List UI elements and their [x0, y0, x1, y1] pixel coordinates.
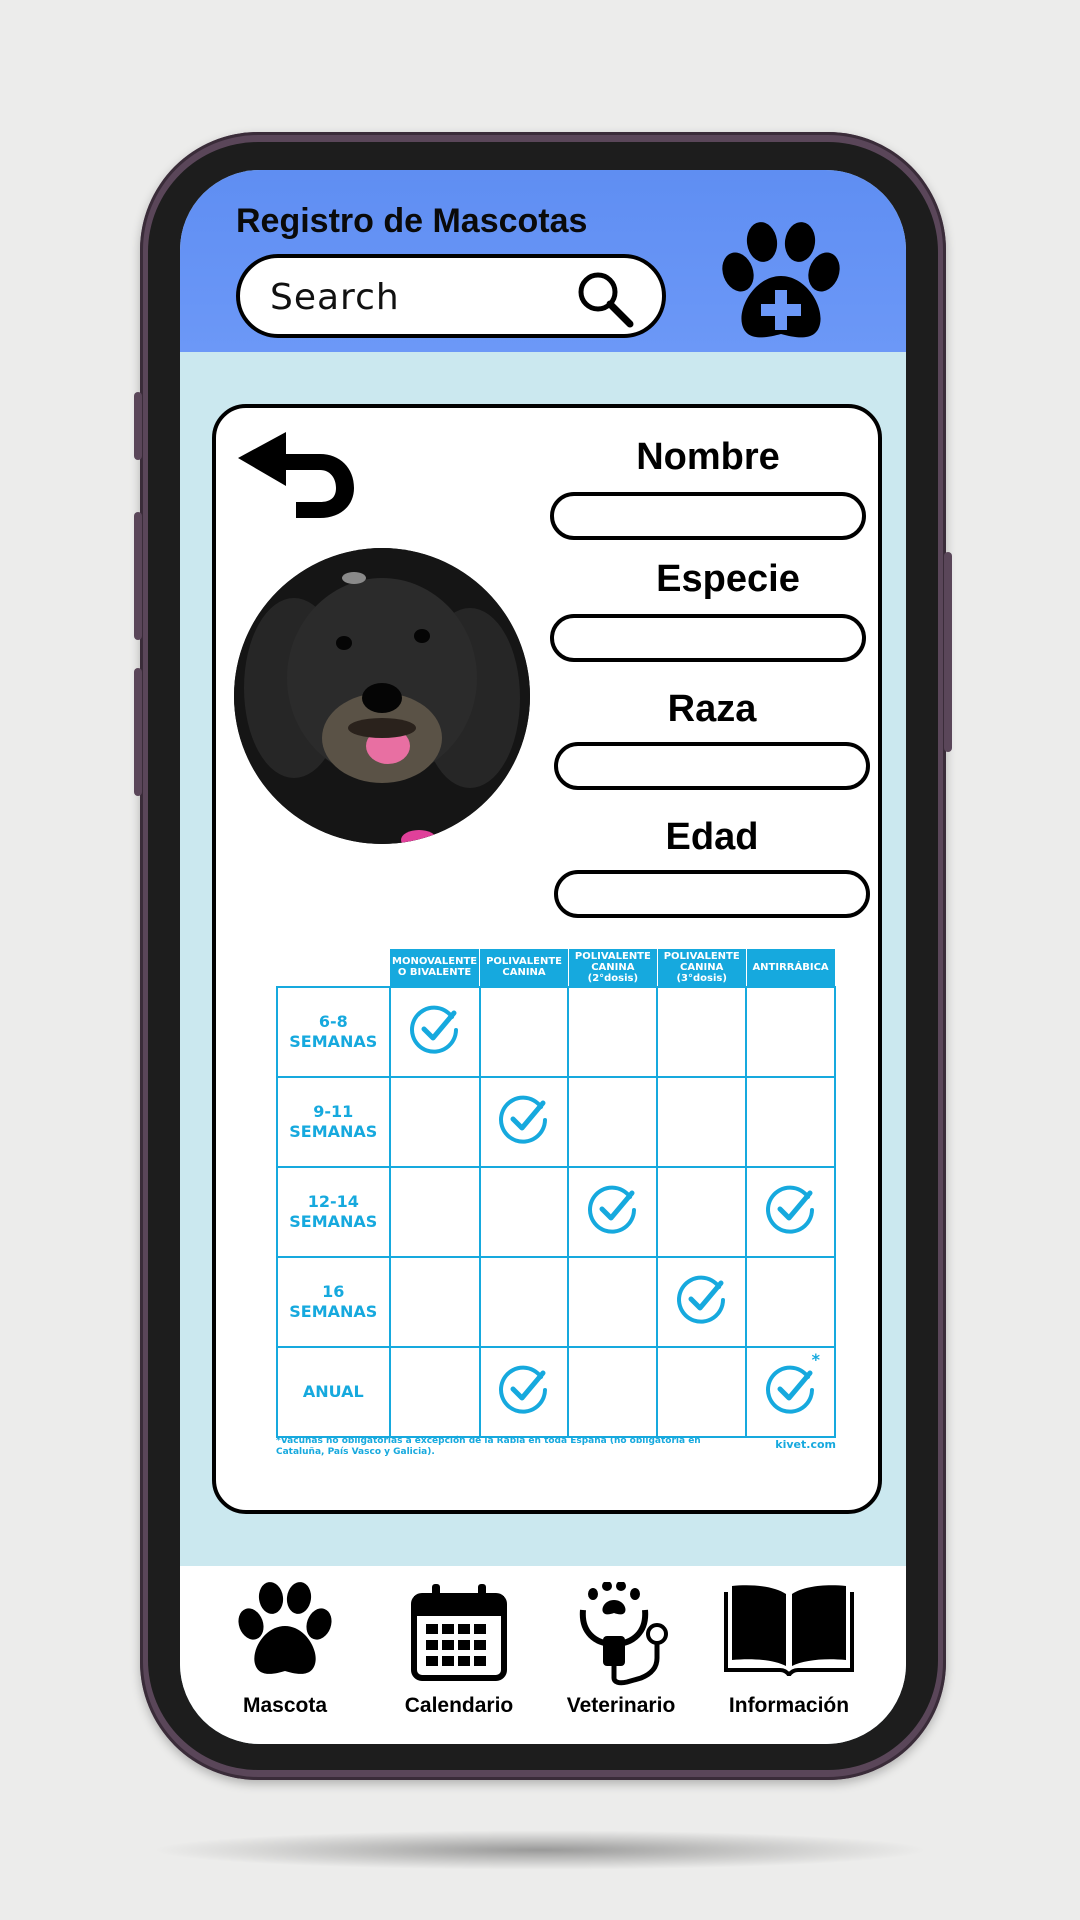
paw-icon — [238, 1582, 332, 1674]
vaccine-cell — [656, 1165, 748, 1258]
vaccine-cell — [745, 1075, 836, 1168]
check-icon — [499, 1095, 548, 1144]
vet-paw-logo-icon — [722, 222, 840, 338]
table-row: 12-14 SEMANAS — [276, 1165, 836, 1258]
search-input[interactable]: Search — [270, 277, 400, 318]
vaccine-cell — [388, 1255, 481, 1348]
search-icon[interactable] — [574, 268, 636, 330]
vaccine-cell — [745, 1165, 836, 1258]
vaccine-cell — [478, 1165, 570, 1258]
check-icon — [765, 1365, 814, 1414]
vaccine-column-header: POLIVALENTE CANINA — [479, 948, 569, 987]
table-row: ANUAL * — [276, 1345, 836, 1438]
check-icon — [499, 1365, 548, 1414]
pet-photo[interactable] — [234, 548, 530, 844]
side-button — [134, 668, 142, 796]
raza-field[interactable] — [554, 742, 870, 790]
app-title: Registro de Mascotas — [236, 202, 588, 240]
nav-label-mascota: Mascota — [242, 1694, 328, 1717]
edad-field[interactable] — [554, 870, 870, 918]
vaccine-cell — [388, 1075, 481, 1168]
vaccine-column-header: POLIVALENTE CANINA (3°dosis) — [656, 948, 747, 987]
dog-photo-image — [234, 548, 530, 844]
check-icon — [587, 1185, 636, 1234]
nav-label-calendario: Calendario — [404, 1694, 514, 1717]
source-label: kivet.com — [775, 1438, 836, 1451]
vaccine-cell — [567, 985, 659, 1078]
check-icon — [765, 1185, 814, 1234]
nav-item-veterinario[interactable]: Veterinario — [536, 1566, 706, 1744]
vaccine-cell — [478, 985, 570, 1078]
vaccine-cell — [388, 1345, 481, 1438]
vaccine-cell — [567, 1075, 659, 1168]
vaccine-table: MONOVALENTE O BIVALENTE POLIVALENTE CANINA P… — [276, 948, 836, 1438]
check-icon — [676, 1275, 725, 1324]
vaccine-cell — [567, 1165, 659, 1258]
stethoscope-icon — [579, 1582, 668, 1686]
nav-label-informacion: Información — [728, 1694, 850, 1717]
vaccine-column-header: POLIVALENTE CANINA (2°dosis) — [567, 948, 658, 987]
vaccine-column-header: ANTIRRÁBICA — [745, 948, 836, 987]
nav-label-veterinario: Veterinario — [566, 1694, 676, 1717]
age-row-label: 12-14 SEMANAS — [276, 1165, 391, 1258]
vaccine-cell: * — [745, 1345, 836, 1438]
vaccine-cell — [745, 985, 836, 1078]
calendar-icon — [411, 1584, 507, 1681]
vaccine-cell — [567, 1255, 659, 1348]
nombre-label: Nombre — [636, 436, 780, 478]
side-button — [134, 512, 142, 640]
age-row-label: ANUAL — [276, 1345, 391, 1438]
book-icon — [724, 1585, 854, 1676]
vaccine-footnote: *Vacunas no obligatorias a excepción de … — [276, 1436, 701, 1457]
nombre-field[interactable] — [550, 492, 866, 540]
especie-label: Especie — [656, 558, 800, 600]
side-button — [134, 392, 142, 460]
check-icon — [409, 1005, 458, 1054]
bottom-nav: Mascota Calendario Veterinario Informaci… — [180, 1566, 906, 1744]
age-row-label: 6-8 SEMANAS — [276, 985, 391, 1078]
vaccine-column-header: MONOVALENTE O BIVALENTE — [389, 948, 481, 987]
vaccine-cell — [388, 985, 481, 1078]
app-screen: Registro de Mascotas Search Nombre Espec… — [180, 170, 906, 1744]
phone-shadow — [150, 1830, 930, 1870]
vaccine-cell — [478, 1345, 570, 1438]
back-arrow-icon[interactable] — [234, 428, 360, 518]
table-corner — [277, 949, 390, 987]
vaccine-cell — [478, 1255, 570, 1348]
vaccine-cell — [478, 1075, 570, 1168]
search-bar[interactable]: Search — [236, 254, 666, 338]
nav-item-mascota[interactable]: Mascota — [200, 1566, 370, 1744]
vaccine-cell — [388, 1165, 481, 1258]
vaccine-cell — [567, 1345, 659, 1438]
asterisk-mark: * — [811, 1349, 820, 1369]
power-button — [944, 552, 952, 752]
vaccine-cell — [656, 1255, 748, 1348]
vaccine-cell — [745, 1255, 836, 1348]
table-row: 16 SEMANAS — [276, 1255, 836, 1348]
table-row: 6-8 SEMANAS — [276, 985, 836, 1078]
vaccine-cell — [656, 1075, 748, 1168]
nav-item-informacion[interactable]: Información — [704, 1566, 874, 1744]
edad-label: Edad — [665, 816, 759, 858]
app-header: Registro de Mascotas Search — [180, 170, 906, 352]
vaccine-cell — [656, 1345, 748, 1438]
vaccine-cell — [656, 985, 748, 1078]
especie-field[interactable] — [550, 614, 866, 662]
age-row-label: 16 SEMANAS — [276, 1255, 391, 1348]
pet-record-card: Nombre Especie Raza Edad MONOVALENTE O BI… — [212, 404, 882, 1514]
nav-item-calendario[interactable]: Calendario — [374, 1566, 544, 1744]
raza-label: Raza — [667, 688, 757, 730]
age-row-label: 9-11 SEMANAS — [276, 1075, 391, 1168]
table-row: 9-11 SEMANAS — [276, 1075, 836, 1168]
